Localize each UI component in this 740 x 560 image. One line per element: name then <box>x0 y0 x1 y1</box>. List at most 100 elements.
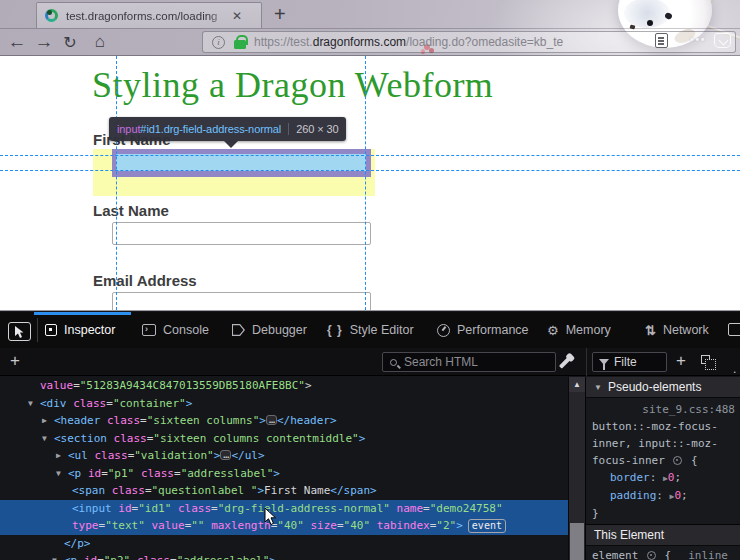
this-element-header: This Element <box>586 525 740 546</box>
element-picker-icon[interactable] <box>8 322 31 341</box>
eyedropper-icon[interactable] <box>559 357 571 369</box>
page-info-icon[interactable]: i <box>212 36 225 49</box>
markup-token: = <box>423 502 430 515</box>
browser-tab[interactable]: test.dragonforms.com/loading ✕ <box>36 2 262 28</box>
highlighter-guide-vertical-right <box>365 56 366 310</box>
devtools-tab-memory[interactable]: ⚙Memory <box>547 312 611 348</box>
event-badge[interactable]: event <box>468 519 506 533</box>
markup-line[interactable]: ▼<div class="container"> <box>0 395 568 413</box>
add-node-button[interactable]: + <box>10 351 20 371</box>
markup-token: = <box>97 554 104 560</box>
markup-token: "questionlabel " <box>152 484 258 497</box>
expand-arrow-open-icon[interactable]: ▼ <box>42 430 47 448</box>
search-placeholder: Search HTML <box>404 355 478 369</box>
new-tab-button[interactable]: + <box>274 3 286 26</box>
devtools-tab-label: Inspector <box>64 323 115 337</box>
markup-token: = <box>140 414 147 427</box>
css-source-link[interactable]: site_9.css:488 <box>586 401 740 418</box>
https-lock-icon[interactable] <box>234 40 246 49</box>
filter-placeholder: Filte <box>614 355 637 369</box>
markup-scrollbar[interactable]: ▲ <box>568 377 585 560</box>
expand-arrow-closed-icon[interactable]: ▶ <box>56 447 61 465</box>
pocket-icon[interactable] <box>714 33 731 48</box>
markup-token: id <box>88 467 101 480</box>
markup-token <box>390 502 397 515</box>
collapsed-children-icon[interactable]: … <box>220 450 231 460</box>
markup-line[interactable]: </p> <box>0 535 568 553</box>
markup-token: "2" <box>436 519 456 532</box>
rule-closing-brace: } <box>586 505 740 522</box>
markup-token <box>370 519 377 532</box>
pseudo-elements-header[interactable]: ▼Pseudo-elements <box>586 377 740 398</box>
filter-styles-input[interactable]: Filte <box>592 352 667 372</box>
toggle-classes-icon[interactable] <box>701 355 710 364</box>
expand-arrow-open-icon[interactable]: ▼ <box>52 552 57 560</box>
screenshot-root: { "browser": { "tab": {"title": "test.dr… <box>0 0 740 560</box>
markup-line[interactable]: type="text" value="" maxlength="40" size… <box>0 517 568 535</box>
expand-arrow-open-icon[interactable]: ▼ <box>56 465 61 483</box>
markup-token: "sixteen columns" <box>147 414 260 427</box>
overflow-menu-icon[interactable]: . <box>733 362 736 376</box>
last-name-input[interactable] <box>112 222 371 245</box>
markup-token: > <box>186 397 193 410</box>
markup-token: class <box>112 484 145 497</box>
markup-token <box>130 554 137 560</box>
markup-token: value <box>40 379 73 392</box>
markup-line[interactable]: ▶<header class="sixteen columns">…</head… <box>0 412 568 430</box>
markup-line[interactable]: ▼<section class="sixteen columns content… <box>0 430 568 448</box>
markup-token: <ul <box>68 449 95 462</box>
console-icon <box>142 324 156 336</box>
back-icon[interactable]: ← <box>5 28 29 56</box>
scrollbar-up-icon[interactable]: ▲ <box>569 377 585 392</box>
markup-token: name <box>397 502 424 515</box>
markup-token: </header> <box>277 414 337 427</box>
markup-line[interactable]: <span class="questionlabel ">First Name<… <box>0 482 568 500</box>
devtools-tab-debugger[interactable]: Debugger <box>232 312 307 348</box>
markup-token: <div <box>40 397 73 410</box>
markup-line[interactable]: ▼<p id="p1" class="addresslabel"> <box>0 465 568 483</box>
markup-token: = <box>145 484 152 497</box>
markup-line[interactable]: <input id="id1" class="drg-field-address… <box>0 500 568 518</box>
markup-token: class <box>114 432 147 445</box>
overflow-tab-icon[interactable] <box>728 323 740 336</box>
markup-line[interactable]: ▶<ul class="validation">…</ul> <box>0 447 568 465</box>
markup-token: = <box>170 554 177 560</box>
markup-token: class <box>95 449 128 462</box>
markup-token <box>171 502 178 515</box>
expand-arrow-open-icon[interactable]: ▼ <box>28 395 33 413</box>
expand-arrow-closed-icon[interactable]: ▶ <box>42 412 47 430</box>
devtools-tab-network[interactable]: ⇅Network <box>645 312 709 348</box>
devtools-tab-console[interactable]: Console <box>142 312 209 348</box>
forward-icon[interactable]: → <box>32 28 56 56</box>
collapsed-children-icon[interactable]: … <box>266 415 277 425</box>
reader-mode-icon[interactable] <box>655 33 668 48</box>
element-rule: element {inline <box>586 546 740 560</box>
rule-selector-line: inner, input::-moz- <box>586 435 740 452</box>
email-input[interactable] <box>112 292 371 310</box>
devtools-tab-label: Console <box>163 323 209 337</box>
add-rule-button[interactable]: + <box>676 351 686 371</box>
mouse-cursor <box>264 507 277 526</box>
devtools-tab-inspector[interactable]: Inspector <box>45 312 115 348</box>
markup-line[interactable]: value="51283A9434C847013559DB5180AFE8BC"… <box>0 377 568 395</box>
close-tab-icon[interactable]: ✕ <box>232 10 242 22</box>
markup-line[interactable]: ▼<p id="p2" class="addresslabel"> <box>0 552 568 560</box>
page-actions-icon[interactable]: ••• <box>690 33 706 45</box>
scrollbar-thumb[interactable] <box>570 523 584 560</box>
markup-token: tabindex <box>377 519 430 532</box>
home-icon[interactable]: ⌂ <box>88 28 112 56</box>
page-viewport: Styling a Dragon Webform First Name Last… <box>0 56 740 310</box>
reload-icon[interactable]: ↻ <box>59 28 81 56</box>
devtools-tab-performance[interactable]: Performance <box>437 312 529 348</box>
devtools-tab-style-editor[interactable]: { }Style Editor <box>327 312 414 348</box>
markup-token: id <box>84 554 97 560</box>
search-html-input[interactable]: Search HTML <box>382 352 556 372</box>
devtools-tab-label: Memory <box>566 323 611 337</box>
markup-token: class <box>178 502 211 515</box>
markup-token: size <box>310 519 337 532</box>
inspector-icon <box>45 324 57 336</box>
markup-token: <header <box>54 414 107 427</box>
markup-token: "40" <box>344 519 371 532</box>
markup-token: = <box>211 502 218 515</box>
markup-token: <p <box>64 554 84 560</box>
